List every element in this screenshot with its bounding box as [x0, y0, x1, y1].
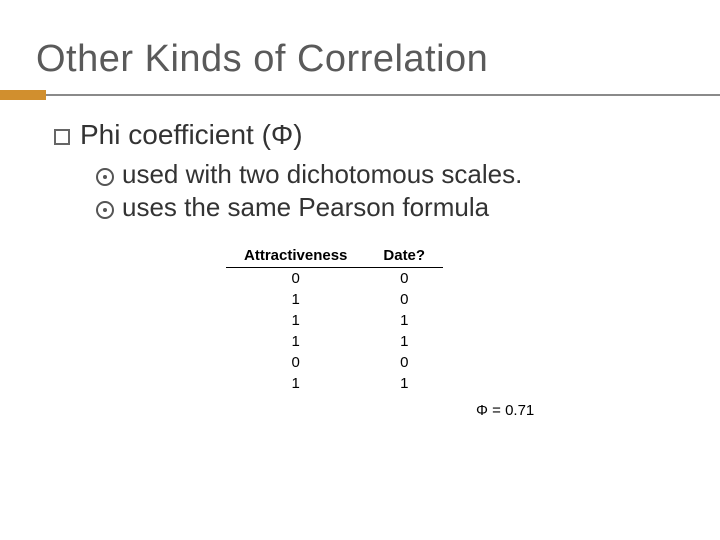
table-cell: 0: [365, 289, 443, 310]
phi-result: Φ = 0.71: [476, 402, 684, 419]
table-row: 1 1: [226, 373, 443, 394]
table-cell: 1: [226, 310, 365, 331]
table-cell: 1: [226, 289, 365, 310]
data-table: Attractiveness Date? 0 0 1 0 1 1: [226, 245, 443, 394]
title-rule: [0, 90, 720, 100]
table-cell: 1: [226, 331, 365, 352]
odot-bullet-icon: [96, 201, 114, 219]
data-table-wrap: Attractiveness Date? 0 0 1 0 1 1: [226, 245, 684, 394]
table-cell: 0: [365, 268, 443, 290]
table-cell: 0: [226, 268, 365, 290]
table-row: 1 1: [226, 310, 443, 331]
bullet-level2: uses the same Pearson formula: [96, 192, 684, 223]
bullet-level1-text: Phi coefficient (Φ): [80, 119, 303, 151]
title-rule-accent: [0, 90, 46, 100]
bullet-level2-text: used with two dichotomous scales.: [122, 159, 522, 190]
table-header-row: Attractiveness Date?: [226, 245, 443, 268]
bullet-level2-text: uses the same Pearson formula: [122, 192, 489, 223]
table-cell: 0: [226, 352, 365, 373]
table-cell: 1: [365, 331, 443, 352]
content-area: Phi coefficient (Φ) used with two dichot…: [36, 119, 684, 419]
slide: Other Kinds of Correlation Phi coefficie…: [0, 0, 720, 540]
table-row: 1 1: [226, 331, 443, 352]
bullet-level2: used with two dichotomous scales.: [96, 159, 684, 190]
table-header: Attractiveness: [226, 245, 365, 268]
table-row: 0 0: [226, 268, 443, 290]
table-cell: 1: [226, 373, 365, 394]
table-cell: 1: [365, 373, 443, 394]
odot-bullet-icon: [96, 168, 114, 186]
title-rule-line: [0, 94, 720, 96]
page-title: Other Kinds of Correlation: [36, 38, 684, 81]
table-cell: 0: [365, 352, 443, 373]
bullet-level1: Phi coefficient (Φ): [54, 119, 684, 151]
table-cell: 1: [365, 310, 443, 331]
table-row: 0 0: [226, 352, 443, 373]
table-header: Date?: [365, 245, 443, 268]
table-row: 1 0: [226, 289, 443, 310]
square-bullet-icon: [54, 129, 70, 145]
